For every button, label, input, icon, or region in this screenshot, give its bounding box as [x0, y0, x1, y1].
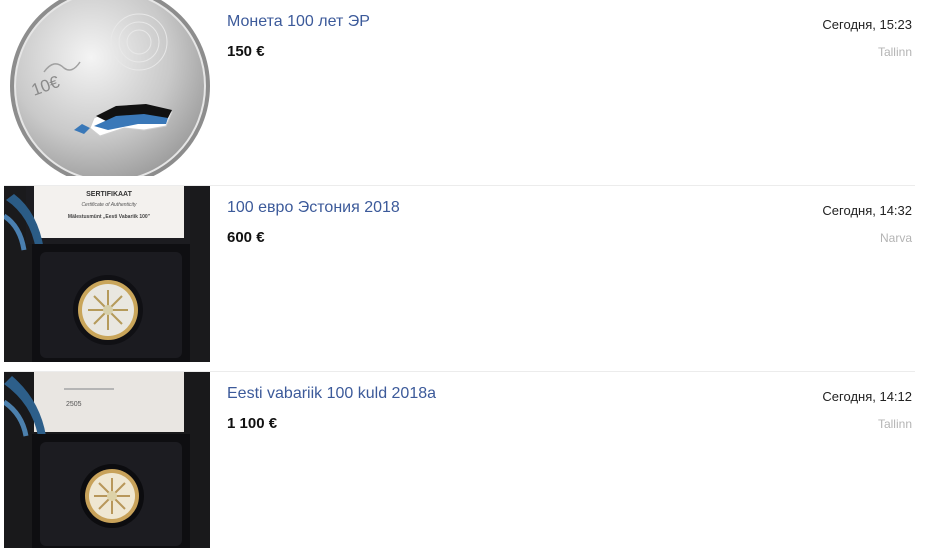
listing-photo[interactable]: 2505 [4, 372, 210, 548]
cert-subtitle: Certificate of Authenticity [81, 202, 137, 208]
listing-title[interactable]: 100 евро Эстония 2018 [227, 199, 400, 217]
listing-city: Tallinn [877, 417, 912, 431]
cert-name: Mälestusmünt „Eesti Vabariik 100" [68, 214, 151, 220]
listing-item[interactable]: 2505 Eesti vabariik 100 kuld 2018a 1 100… [0, 372, 943, 558]
listing-date: Сегодня, 14:12 [822, 389, 912, 404]
listing-price: 1 100 € [227, 415, 278, 432]
listing-item[interactable]: 10€ Монета 100 лет ЭР 150 € Сегодня, 15:… [0, 0, 943, 186]
cert-number: 2505 [66, 401, 82, 408]
listing-photo[interactable]: SERTIFIKAAT Certificate of Authenticity … [4, 186, 210, 362]
listing-date: Сегодня, 15:23 [822, 17, 912, 32]
listing-item[interactable]: SERTIFIKAAT Certificate of Authenticity … [0, 186, 943, 372]
listing-photo[interactable]: 10€ [4, 0, 210, 176]
listing-city: Narva [879, 231, 912, 245]
listing-title[interactable]: Eesti vabariik 100 kuld 2018a [227, 385, 436, 403]
listing-city: Tallinn [877, 45, 912, 59]
listing-price: 600 € [227, 229, 265, 246]
listing-date: Сегодня, 14:32 [822, 203, 912, 218]
listing-price: 150 € [227, 43, 265, 60]
listing-title[interactable]: Монета 100 лет ЭР [227, 13, 370, 31]
cert-title: SERTIFIKAAT [86, 191, 132, 198]
